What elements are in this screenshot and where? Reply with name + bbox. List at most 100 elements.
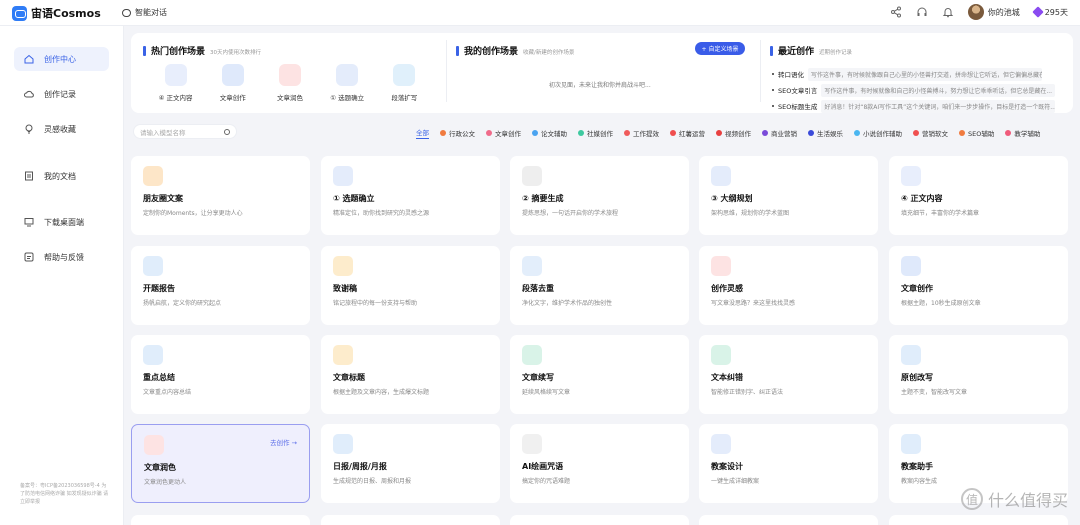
filter-tab[interactable]: 全部: [416, 127, 429, 139]
recent-item[interactable]: SEO文章引言 写作这件事，有时候就像和自己的小怪兽搏斗，努力想让它乖乖听话，但…: [772, 82, 1060, 98]
scene-card[interactable]: 重点总结 文章重点内容总结: [131, 335, 310, 414]
scene-card-desc: 文章重点内容总结: [143, 389, 192, 396]
scene-icon: [333, 166, 353, 186]
sidebar-item-help[interactable]: 帮助与反馈: [14, 245, 109, 269]
scene-card[interactable]: 教案设计 一键生成详细教案: [699, 424, 878, 503]
headset-icon[interactable]: [916, 6, 928, 18]
scene-icon: [711, 345, 731, 365]
filter-tab[interactable]: 商业营销: [762, 127, 797, 139]
filter-tab[interactable]: 教学辅助: [1005, 127, 1040, 139]
sidebar-item-inspiration[interactable]: 灵感收藏: [14, 117, 109, 141]
avatar[interactable]: [967, 4, 984, 20]
scene-card[interactable]: ④ 正文内容 填充细节，丰富你的学术篇章: [889, 156, 1068, 235]
magnifier-icon: [393, 64, 416, 86]
filter-tab[interactable]: 文章创作: [486, 127, 521, 139]
hot-scene-item[interactable]: 段落扩写: [376, 64, 433, 102]
scene-card[interactable]: ① 选题确立 精准定位，助你找到研究的灵感之源: [321, 156, 500, 235]
scene-card[interactable]: 段落去重 净化文字，维护学术作品的独创性: [510, 246, 689, 325]
scene-card[interactable]: 文章润色 文章润色更动人 去创作 →: [131, 424, 310, 503]
scene-icon: [333, 345, 353, 365]
my-scenes-title: 我的创作场景: [464, 47, 519, 57]
filter-tab[interactable]: 论文辅助: [532, 127, 567, 139]
hot-scene-item[interactable]: ① 选题确立: [319, 64, 376, 102]
filter-tab[interactable]: 营销软文: [913, 127, 948, 139]
filter-tab[interactable]: 视频创作: [716, 127, 751, 139]
scene-card[interactable]: 创作灵感 写文章没思路？来这里找找灵感: [699, 246, 878, 325]
sidebar-item-my-docs[interactable]: 我的文档: [14, 164, 109, 188]
search-icon[interactable]: [224, 128, 230, 135]
logo-text: 宙语Cosmos: [31, 7, 101, 20]
scene-card[interactable]: 开题报告 扬帆启航，定义你的研究起点: [131, 246, 310, 325]
recent-item[interactable]: SEO标题生成 好消息！针对“8款AI写作工具”这个关键词，咱们来一步步操作，目…: [772, 98, 1060, 114]
filter-tab[interactable]: 社媒创作: [578, 127, 613, 139]
card-partial[interactable]: [699, 515, 878, 525]
scene-card[interactable]: 文本纠错 智能修正错别字、纠正语法: [699, 335, 878, 414]
scene-card-desc: 架构思维，规划你的学术蓝图: [711, 210, 790, 217]
card-partial[interactable]: [131, 515, 310, 525]
card-partial[interactable]: [321, 515, 500, 525]
filter-tab[interactable]: 红薯运营: [670, 127, 705, 139]
custom-scene-button[interactable]: + 自定义场景: [695, 42, 745, 55]
filter-tab[interactable]: 工作提效: [624, 127, 659, 139]
hot-scene-item[interactable]: 文章润色: [261, 64, 318, 102]
vip-badge[interactable]: 295天: [1032, 6, 1068, 18]
hot-scene-item[interactable]: 文章创作: [204, 64, 261, 102]
filter-tab[interactable]: 生活娱乐: [808, 127, 843, 139]
category-dot-icon: [440, 130, 446, 136]
scene-card-title: ③ 大纲规划: [711, 194, 753, 203]
chat-icon: [122, 8, 131, 17]
scene-card-desc: 根据主题，10秒生成原创文章: [901, 300, 981, 307]
help-icon: [24, 252, 34, 262]
category-dot-icon: [762, 130, 768, 136]
scene-card[interactable]: 原创改写 主题不变，智能改写文章: [889, 335, 1068, 414]
scene-card[interactable]: 日报/周报/月报 生成规范的日报、周报和月报: [321, 424, 500, 503]
scene-card[interactable]: 文章续写 延续风格续写文章: [510, 335, 689, 414]
scene-icon: [522, 256, 542, 276]
card-partial[interactable]: [889, 515, 1068, 525]
scene-card-title: 文章标题: [333, 373, 365, 382]
scene-card[interactable]: 朋友圈文案 定制你的Moments，让分享更动人心: [131, 156, 310, 235]
hot-scenes-title: 热门创作场景: [151, 47, 206, 57]
go-create-link[interactable]: 去创作 →: [270, 437, 297, 447]
scene-card-desc: 一键生成详细教案: [711, 478, 760, 485]
scene-card-title: 朋友圈文案: [143, 194, 183, 203]
scene-card[interactable]: 文章标题 根据主题及文章内容，生成爆文标题: [321, 335, 500, 414]
recent-item[interactable]: 转口语化 写作这件事，有时候就像跟自己心里的小怪兽打交道，拼命想让它听话，但它偏…: [772, 66, 1060, 82]
scene-card[interactable]: 文章创作 根据主题，10秒生成原创文章: [889, 246, 1068, 325]
bell-icon[interactable]: [942, 6, 954, 18]
filter-tab[interactable]: 行政公文: [440, 127, 475, 139]
share-icon[interactable]: [890, 6, 902, 18]
scene-card-desc: 教案内容生成: [901, 478, 938, 485]
sidebar-item-creation-records[interactable]: 创作记录: [14, 82, 109, 106]
scene-icon: [901, 256, 921, 276]
sidebar-footer: 备案号：粤ICP备2023036598号-4 为了防范电信网络诈骗 如发现疑似诈…: [20, 483, 109, 505]
hot-scene-item[interactable]: ④ 正文内容: [147, 64, 204, 102]
scene-card-desc: 扬帆启航，定义你的研究起点: [143, 300, 222, 307]
scene-card[interactable]: 致谢稿 铭记旅程中的每一份支持与帮助: [321, 246, 500, 325]
scene-card[interactable]: ② 摘要生成 提炼思想，一句话开启你的学术旅程: [510, 156, 689, 235]
category-dot-icon: [486, 130, 492, 136]
scene-card[interactable]: ③ 大纲规划架构思维，规划你的学术蓝图: [699, 156, 878, 235]
watermark-icon: 值: [960, 488, 983, 510]
scene-icon: [143, 345, 163, 365]
sidebar-item-creation-center[interactable]: 创作中心: [14, 47, 109, 71]
scene-card-desc: 净化文字，维护学术作品的独创性: [522, 300, 613, 307]
nav-smart-chat[interactable]: 智能对话: [122, 7, 167, 18]
sidebar-item-label: 帮助与反馈: [44, 252, 84, 262]
browser-icon: [336, 64, 359, 86]
search-input[interactable]: 请输入模型名称: [133, 124, 237, 139]
scene-card-desc: 生成规范的日报、周报和月报: [333, 478, 412, 485]
category-dot-icon: [959, 130, 965, 136]
scene-card-desc: 搞定你的咒语难题: [522, 478, 571, 485]
scene-card[interactable]: AI绘画咒语 搞定你的咒语难题: [510, 424, 689, 503]
sidebar-item-download[interactable]: 下载桌面端: [14, 210, 109, 234]
app-logo[interactable]: 宙语Cosmos: [12, 5, 101, 21]
filter-tab[interactable]: SEO辅助: [959, 127, 994, 139]
scene-card-desc: 文章润色更动人: [144, 479, 187, 486]
sidebar-item-label: 下载桌面端: [44, 217, 84, 227]
card-partial[interactable]: [510, 515, 689, 525]
hot-scenes-header: 热门创作场景 30天内使用次数排行: [143, 44, 261, 57]
filter-tab[interactable]: 小说创作辅助: [854, 127, 902, 139]
scene-card-desc: 主题不变，智能改写文章: [901, 389, 968, 396]
user-name[interactable]: 你的池城: [988, 7, 1020, 18]
